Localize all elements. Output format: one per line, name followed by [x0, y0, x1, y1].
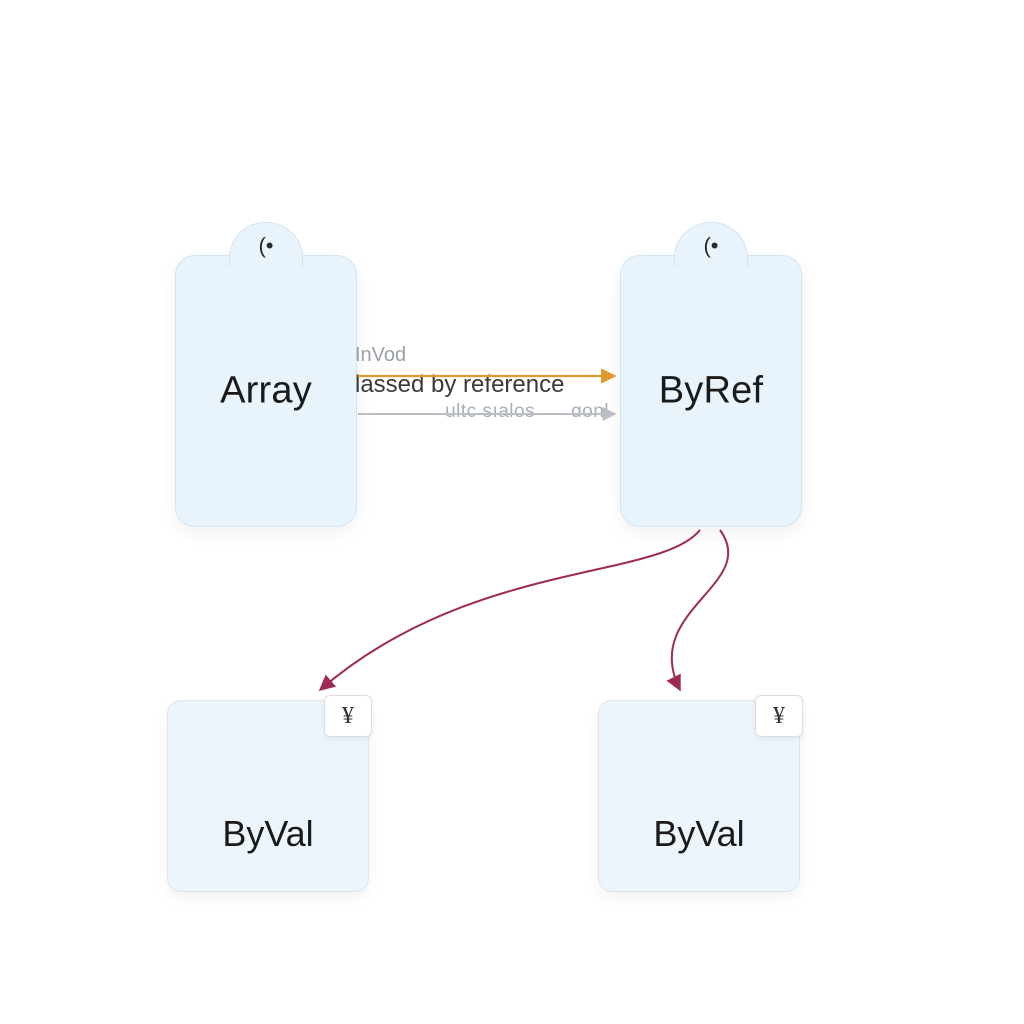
diagram-canvas: (• Array (• ByRef ¥ ByVal ¥ ByVal InVod …	[0, 0, 1024, 1024]
node-byref: (• ByRef	[620, 255, 802, 527]
node-array-label: Array	[220, 370, 312, 413]
center-label-middle: lassed by reference	[355, 371, 615, 399]
node-array-tab: (•	[229, 222, 303, 267]
node-byval-left: ¥ ByVal	[167, 700, 369, 892]
node-byref-tab: (•	[674, 222, 748, 267]
arrows-overlay	[0, 0, 1024, 1024]
center-label-bottom: ultc sıalos ɑonl	[355, 401, 615, 423]
center-label-bottom-b: ɑonl	[571, 401, 609, 422]
tag-hole-icon: (•	[258, 233, 273, 259]
tag-hole-icon: (•	[703, 233, 718, 259]
node-byval-right-badge: ¥	[755, 695, 803, 737]
center-label-block: InVod lassed by reference ultc sıalos ɑon…	[355, 344, 615, 423]
center-label-bottom-a: ultc sıalos	[445, 401, 535, 422]
arrow-maroon-right	[672, 530, 729, 690]
node-byval-right-label: ByVal	[653, 813, 744, 855]
center-label-top: InVod	[355, 344, 615, 367]
node-byval-right: ¥ ByVal	[598, 700, 800, 892]
node-byval-left-badge: ¥	[324, 695, 372, 737]
arrow-maroon-left	[320, 530, 700, 690]
node-byval-left-label: ByVal	[222, 813, 313, 855]
node-byref-label: ByRef	[659, 370, 763, 413]
node-array: (• Array	[175, 255, 357, 527]
